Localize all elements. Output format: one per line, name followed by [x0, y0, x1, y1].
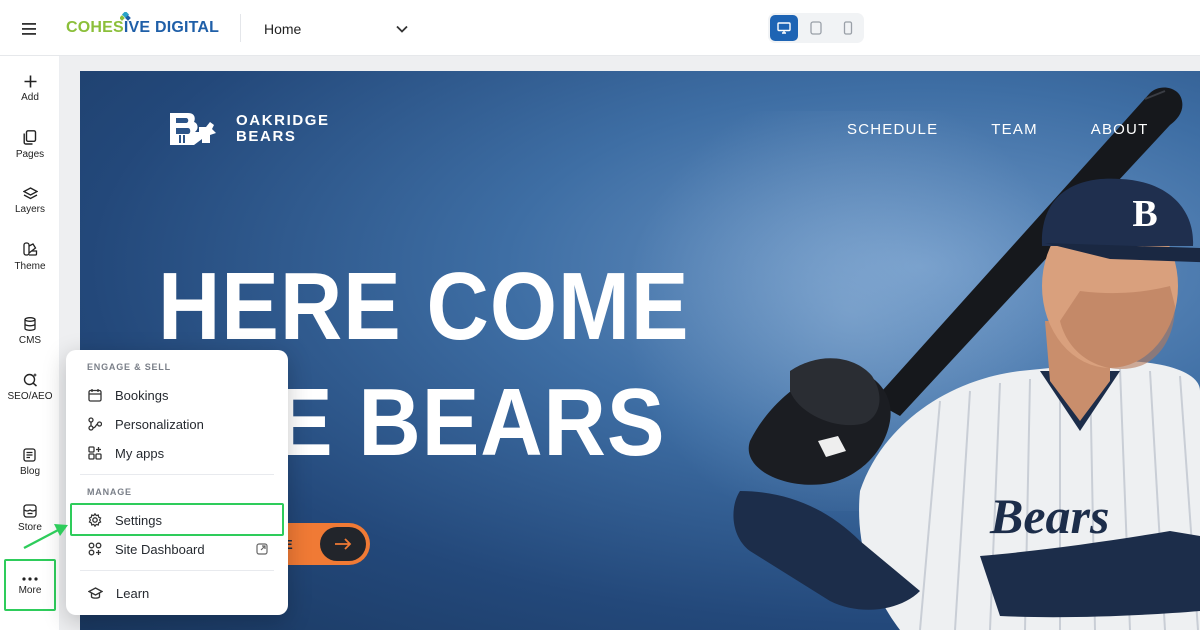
graduation-cap-icon — [88, 586, 103, 599]
logo-text-part1: COHES — [66, 19, 124, 36]
menu-item-label: Settings — [115, 512, 162, 528]
dashboard-icon — [88, 542, 102, 556]
sidebar-item-pages[interactable]: Pages — [0, 120, 60, 170]
site-navigation: SCHEDULE TEAM ABOUT N — [847, 121, 1200, 138]
tablet-icon — [810, 21, 822, 35]
site-brand[interactable]: OAKRIDGE BEARS — [166, 107, 356, 151]
nav-link-about[interactable]: ABOUT — [1091, 121, 1149, 138]
sidebar-item-cms[interactable]: CMS — [0, 306, 60, 356]
mobile-icon — [843, 21, 853, 35]
menu-item-label: Learn — [116, 585, 150, 601]
baseball-player-image: B Bears — [733, 87, 1200, 630]
top-toolbar: COHESIVE DIGITAL Home — [0, 0, 1200, 56]
jersey-script: Bears — [989, 488, 1109, 544]
menu-section-title: ENGAGE & SELL — [87, 362, 171, 372]
sidebar-item-label: Layers — [14, 204, 45, 215]
store-icon — [23, 503, 37, 518]
desktop-icon — [777, 22, 791, 34]
menu-item-bookings[interactable]: Bookings — [74, 381, 280, 409]
cohesive-digital-logo[interactable]: COHESIVE DIGITAL — [66, 12, 236, 42]
more-menu-popover: ENGAGE & SELL Bookings Personalization M… — [66, 350, 288, 615]
page-selector-dropdown[interactable]: Home — [256, 14, 416, 44]
nav-link-team[interactable]: TEAM — [991, 121, 1037, 138]
menu-item-settings[interactable]: Settings — [74, 506, 280, 534]
menu-item-site-dashboard[interactable]: Site Dashboard — [74, 535, 280, 563]
desktop-view-button[interactable] — [770, 15, 798, 41]
calendar-icon — [88, 389, 102, 402]
menu-divider — [80, 570, 274, 571]
arrow-right-icon — [320, 527, 366, 561]
seo-icon — [23, 373, 37, 387]
menu-item-learn[interactable]: Learn — [74, 579, 280, 607]
chevron-down-icon — [396, 25, 408, 33]
menu-section-title: MANAGE — [87, 487, 132, 497]
mobile-view-button[interactable] — [834, 15, 862, 41]
sidebar-item-label: Theme — [14, 261, 46, 272]
toolbar-divider — [240, 14, 241, 42]
menu-item-label: Site Dashboard — [115, 541, 205, 557]
database-icon — [24, 316, 36, 331]
sidebar-item-label: SEO/AEO — [7, 391, 53, 402]
sidebar-item-layers[interactable]: Layers — [0, 176, 60, 226]
more-highlight-box — [4, 559, 56, 611]
external-link-icon — [256, 543, 268, 555]
menu-item-label: Bookings — [115, 387, 169, 403]
brand-name-line1: OAKRIDGE — [236, 112, 330, 129]
hamburger-menu-icon[interactable] — [14, 18, 44, 40]
sidebar-item-add[interactable]: Add — [0, 64, 60, 114]
theme-icon — [22, 242, 37, 256]
pages-icon — [23, 130, 37, 145]
gear-icon — [88, 513, 102, 527]
menu-divider — [80, 474, 274, 475]
menu-item-label: My apps — [115, 445, 165, 461]
plus-icon — [24, 75, 36, 88]
menu-item-personalization[interactable]: Personalization — [74, 410, 280, 438]
menu-item-label: Personalization — [115, 416, 204, 432]
page-selector-label: Home — [264, 21, 302, 37]
sidebar-item-label: Add — [21, 92, 39, 103]
bear-logo-icon — [170, 113, 216, 145]
cap-letter: B — [1132, 193, 1157, 235]
nav-link-schedule[interactable]: SCHEDULE — [847, 121, 938, 138]
menu-item-my-apps[interactable]: My apps — [74, 439, 280, 467]
logo-text-part2: IVE DIGITAL — [123, 19, 220, 36]
brand-name: OAKRIDGE BEARS — [236, 113, 356, 145]
sidebar-item-blog[interactable]: Blog — [0, 437, 60, 487]
sidebar-item-label: Pages — [15, 149, 45, 160]
brand-name-line2: BEARS — [236, 128, 297, 145]
tablet-view-button[interactable] — [802, 15, 830, 41]
sidebar-item-label: Blog — [19, 465, 40, 477]
sidebar-item-theme[interactable]: Theme — [0, 232, 60, 282]
sidebar-item-seo[interactable]: SEO/AEO — [0, 362, 60, 412]
hero-headline-line1: HERE COME — [158, 253, 690, 360]
layers-icon — [22, 187, 38, 200]
apps-icon — [88, 446, 102, 460]
green-pointer-arrow-icon — [23, 524, 68, 550]
personalization-icon — [88, 417, 102, 431]
blog-icon — [23, 447, 36, 462]
device-preview-toggle — [768, 13, 864, 43]
sidebar-item-label: CMS — [18, 334, 42, 346]
logo-diamond-icon — [120, 12, 131, 21]
